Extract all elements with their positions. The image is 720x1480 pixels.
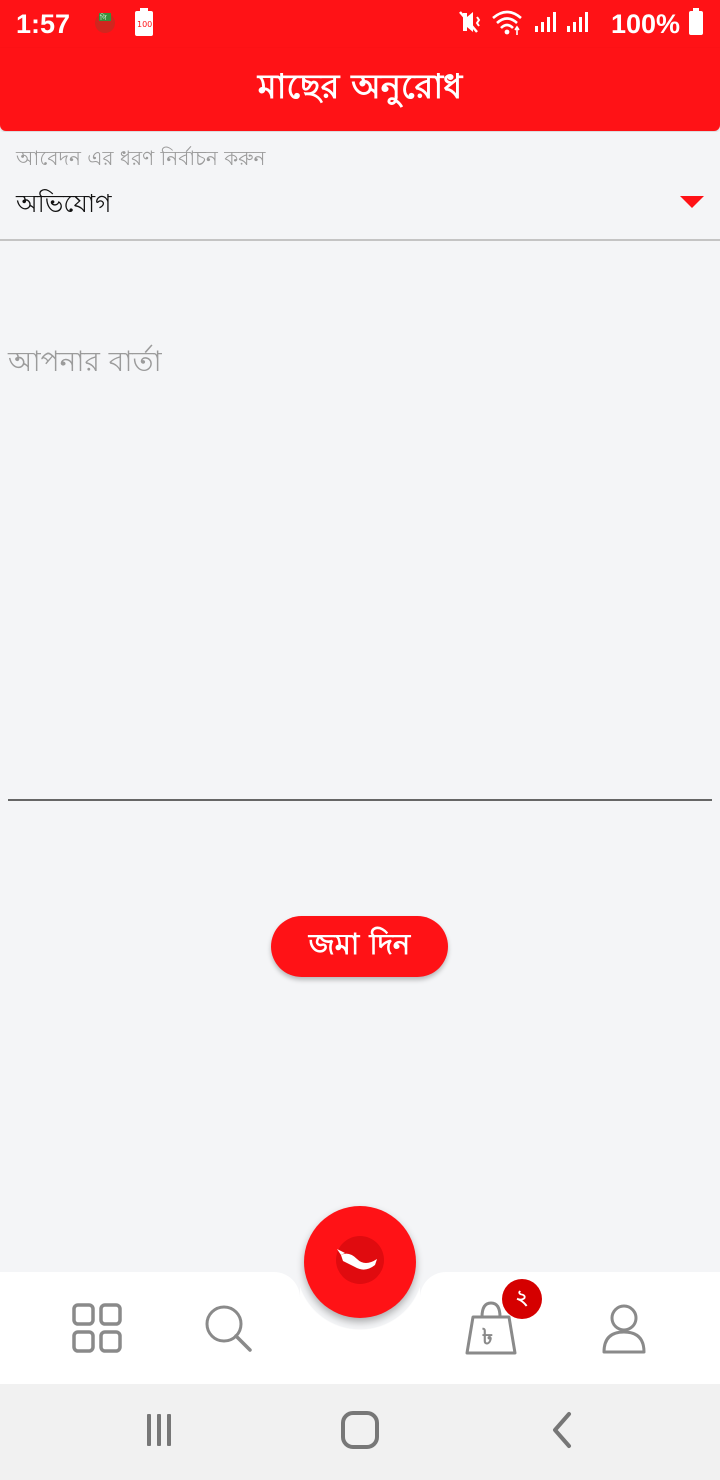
message-textarea[interactable]: আপনার বার্তা <box>8 330 712 801</box>
fish-fab-button[interactable] <box>304 1206 416 1318</box>
battery-100-icon: 100 <box>134 8 154 40</box>
page-title: মাছের অনুরোধ <box>257 67 463 107</box>
nav-item-categories[interactable] <box>67 1300 127 1360</box>
gift-app-icon: গি <box>92 9 118 39</box>
app-bar: মাছের অনুরোধ <box>0 48 720 131</box>
request-type-value: অভিযোগ <box>16 189 112 218</box>
home-button[interactable] <box>338 1410 382 1454</box>
system-nav-bar <box>0 1384 720 1480</box>
back-icon <box>547 1410 577 1454</box>
message-placeholder: আপনার বার্তা <box>8 345 162 378</box>
request-type-label: আবেদন এর ধরণ নির্বাচন করুন <box>16 146 266 170</box>
fish-icon <box>335 1235 385 1289</box>
recent-apps-button[interactable] <box>137 1412 181 1452</box>
submit-button[interactable]: জমা দিন <box>271 916 448 977</box>
status-right-icons: 100% <box>457 8 704 40</box>
svg-text:100: 100 <box>137 20 152 29</box>
user-icon <box>599 1302 649 1358</box>
battery-percent: 100% <box>610 8 680 39</box>
home-icon <box>340 1410 380 1454</box>
back-button[interactable] <box>540 1412 584 1452</box>
signal-icon <box>565 10 589 38</box>
status-bar: 1:57 গি 100 100% <box>0 0 720 48</box>
svg-text:৳: ৳ <box>482 1325 493 1350</box>
status-left-icons: গি 100 <box>92 8 154 40</box>
mute-vibrate-icon <box>457 9 483 39</box>
nav-item-profile[interactable] <box>594 1300 654 1360</box>
recent-apps-icon <box>141 1412 177 1452</box>
battery-icon <box>688 8 704 40</box>
signal-icon <box>533 10 557 38</box>
status-time: 1:57 <box>16 8 71 39</box>
cart-badge: ২ <box>502 1279 542 1319</box>
triangle-down-icon <box>680 196 704 208</box>
wifi-icon <box>491 9 525 39</box>
nav-item-search[interactable] <box>198 1300 258 1360</box>
submit-button-label: জমা দিন <box>308 927 411 961</box>
search-icon <box>202 1302 254 1358</box>
request-type-dropdown[interactable]: আবেদন এর ধরণ নির্বাচন করুন অভিযোগ <box>0 132 720 241</box>
grid-icon <box>72 1303 122 1357</box>
svg-text:গি: গি <box>99 14 107 22</box>
cart-badge-count: ২ <box>515 1284 529 1309</box>
